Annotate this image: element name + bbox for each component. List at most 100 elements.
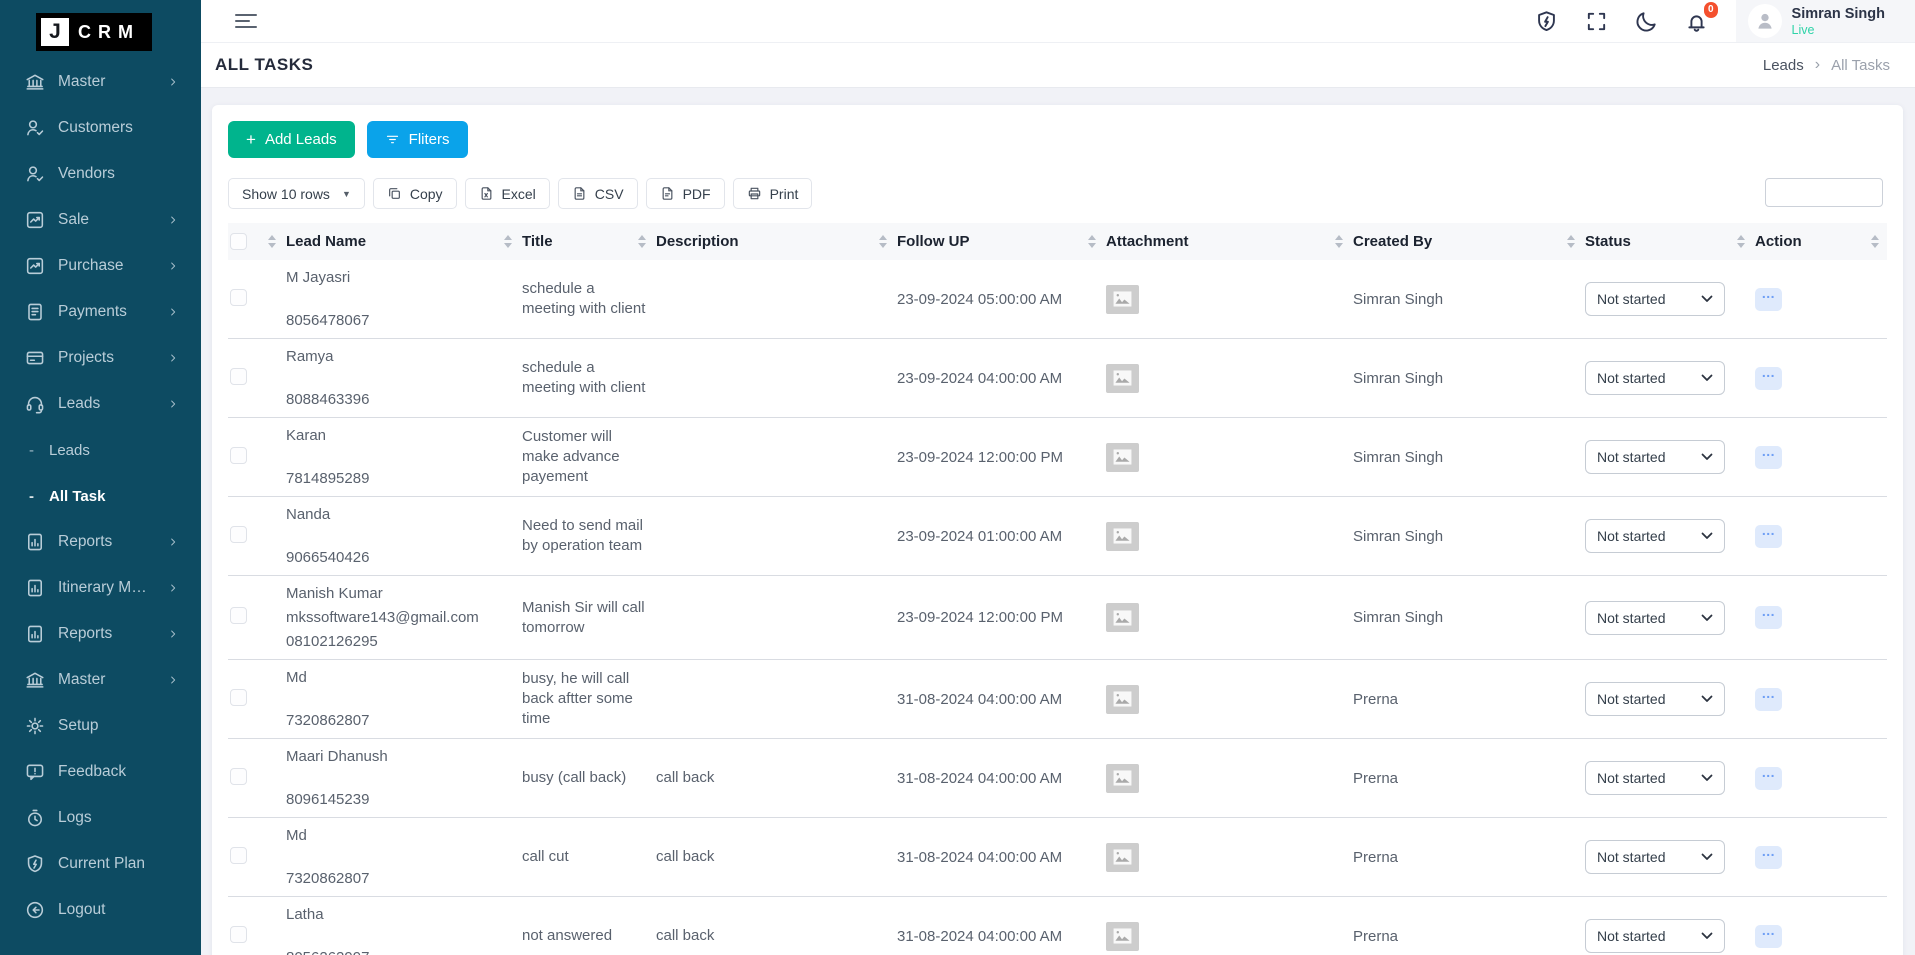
sidebar-item-customers[interactable]: Customers <box>0 105 201 151</box>
status-dropdown[interactable]: Not started <box>1585 519 1725 553</box>
export-pdf-button[interactable]: PDF <box>646 178 725 209</box>
row-actions-button[interactable]: ... <box>1755 925 1782 948</box>
status-dropdown[interactable]: Not started <box>1585 282 1725 316</box>
table-search-input[interactable] <box>1765 178 1883 207</box>
page-title: ALL TASKS <box>215 55 313 75</box>
user-name: Simran Singh <box>1792 5 1885 23</box>
sidebar-item-payments[interactable]: Payments <box>0 289 201 335</box>
chevron-down-icon <box>1701 695 1713 703</box>
description-cell <box>654 339 895 418</box>
sidebar-item-setup[interactable]: Setup <box>0 703 201 749</box>
checkbox-cell <box>228 739 284 818</box>
description-cell <box>654 260 895 339</box>
sidebar-item-master[interactable]: Master <box>0 657 201 703</box>
table-row: Nanda9066540426Need to send mail by oper… <box>228 497 1887 576</box>
row-actions-button[interactable]: ... <box>1755 446 1782 469</box>
status-dropdown[interactable]: Not started <box>1585 361 1725 395</box>
column-header-description[interactable]: Description <box>654 223 895 260</box>
row-actions-button[interactable]: ... <box>1755 767 1782 790</box>
lead-name: M Jayasri <box>286 268 514 287</box>
sidebar-item-logs[interactable]: Logs <box>0 795 201 841</box>
dark-mode-moon-icon[interactable] <box>1635 10 1658 33</box>
row-actions-button[interactable]: ... <box>1755 367 1782 390</box>
breadcrumb-parent[interactable]: Leads <box>1763 57 1804 74</box>
sidebar-item-projects[interactable]: Projects <box>0 335 201 381</box>
gear-icon <box>25 716 45 736</box>
table-header-row: Lead NameTitleDescriptionFollow UPAttach… <box>228 223 1887 260</box>
description-cell <box>654 660 895 739</box>
add-leads-label: Add Leads <box>265 131 337 148</box>
row-checkbox[interactable] <box>230 689 247 706</box>
status-dropdown[interactable]: Not started <box>1585 601 1725 635</box>
all-tasks-card: + Add Leads Fliters Show 10 rows <box>212 105 1903 955</box>
shield-bolt-icon[interactable] <box>1535 10 1558 33</box>
row-actions-button[interactable]: ... <box>1755 688 1782 711</box>
sidebar-item-leads[interactable]: -Leads <box>0 427 201 473</box>
lead-phone: 8056262997 <box>286 948 514 955</box>
row-checkbox[interactable] <box>230 289 247 306</box>
status-dropdown[interactable]: Not started <box>1585 682 1725 716</box>
sidebar-item-logout[interactable]: Logout <box>0 887 201 933</box>
row-checkbox[interactable] <box>230 368 247 385</box>
sidebar-nav: MasterCustomersVendorsSalePurchasePaymen… <box>0 59 201 933</box>
breadcrumb: Leads › All Tasks <box>1763 56 1890 74</box>
notifications-bell-icon[interactable]: 0 <box>1685 10 1708 33</box>
title-cell: call cut <box>520 818 654 897</box>
row-checkbox[interactable] <box>230 526 247 543</box>
row-checkbox[interactable] <box>230 847 247 864</box>
status-dropdown[interactable]: Not started <box>1585 440 1725 474</box>
sidebar-item-master[interactable]: Master <box>0 59 201 105</box>
status-dropdown[interactable]: Not started <box>1585 761 1725 795</box>
add-leads-button[interactable]: + Add Leads <box>228 121 355 158</box>
filters-button[interactable]: Fliters <box>367 121 468 158</box>
description-cell <box>654 418 895 497</box>
image-placeholder-icon <box>1106 364 1139 393</box>
row-actions-button[interactable]: ... <box>1755 288 1782 311</box>
follow-up-cell: 23-09-2024 12:00:00 PM <box>895 576 1104 660</box>
select-all-checkbox[interactable] <box>230 233 247 250</box>
export-csv-button[interactable]: CSV <box>558 178 638 209</box>
row-actions-button[interactable]: ... <box>1755 606 1782 629</box>
sidebar-item-vendors[interactable]: Vendors <box>0 151 201 197</box>
chevron-down-icon <box>1701 853 1713 861</box>
print-icon <box>747 186 762 201</box>
sidebar-item-purchase[interactable]: Purchase <box>0 243 201 289</box>
row-actions-button[interactable]: ... <box>1755 846 1782 869</box>
column-header-lead-name[interactable]: Lead Name <box>284 223 520 260</box>
status-cell: Not started <box>1583 497 1753 576</box>
export-excel-button[interactable]: Excel <box>465 178 550 209</box>
row-actions-button[interactable]: ... <box>1755 525 1782 548</box>
menu-toggle-icon[interactable] <box>235 11 259 32</box>
image-placeholder-icon <box>1106 285 1139 314</box>
fullscreen-icon[interactable] <box>1585 10 1608 33</box>
sidebar-item-reports[interactable]: Reports <box>0 519 201 565</box>
row-checkbox[interactable] <box>230 447 247 464</box>
sidebar-item-leads[interactable]: Leads <box>0 381 201 427</box>
status-dropdown[interactable]: Not started <box>1585 919 1725 953</box>
row-checkbox[interactable] <box>230 607 247 624</box>
brand-logo-text: CRM <box>78 22 140 43</box>
column-header-status[interactable]: Status <box>1583 223 1753 260</box>
column-header-follow-up[interactable]: Follow UP <box>895 223 1104 260</box>
user-panel[interactable]: Simran Singh Live <box>1736 0 1915 42</box>
status-dropdown[interactable]: Not started <box>1585 840 1725 874</box>
export-copy-button[interactable]: Copy <box>373 178 457 209</box>
column-header-created-by[interactable]: Created By <box>1351 223 1583 260</box>
file-chart-icon <box>25 578 45 598</box>
export-print-button[interactable]: Print <box>733 178 813 209</box>
sidebar-item-itinerary-master[interactable]: Itinerary Master <box>0 565 201 611</box>
row-checkbox[interactable] <box>230 926 247 943</box>
sidebar-item-current-plan[interactable]: Current Plan <box>0 841 201 887</box>
row-checkbox[interactable] <box>230 768 247 785</box>
column-header-title[interactable]: Title <box>520 223 654 260</box>
sort-icon <box>638 235 646 248</box>
brand-logo[interactable]: J CRM <box>36 13 152 51</box>
column-header-action[interactable]: Action <box>1753 223 1887 260</box>
column-header-attachment[interactable]: Attachment <box>1104 223 1351 260</box>
sidebar-item-all-task[interactable]: -All Task <box>0 473 201 519</box>
sidebar-item-reports[interactable]: Reports <box>0 611 201 657</box>
sidebar-item-feedback[interactable]: Feedback <box>0 749 201 795</box>
column-header-select[interactable] <box>228 223 284 260</box>
sidebar-item-sale[interactable]: Sale <box>0 197 201 243</box>
show-rows-dropdown[interactable]: Show 10 rows ▼ <box>228 178 365 209</box>
